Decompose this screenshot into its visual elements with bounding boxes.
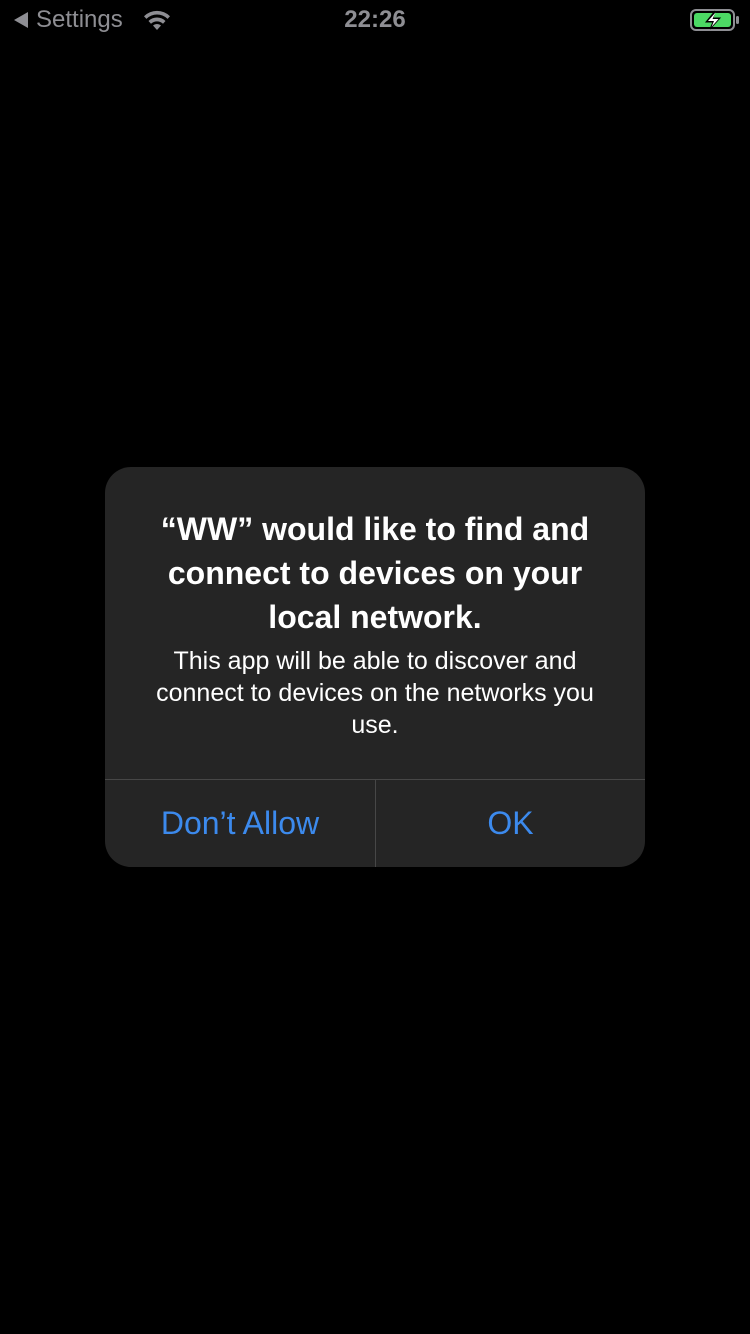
dont-allow-button[interactable]: Don’t Allow: [105, 780, 375, 867]
local-network-permission-alert: “WW” would like to find and connect to d…: [105, 467, 645, 867]
battery-charging-icon: [690, 9, 739, 31]
alert-body: “WW” would like to find and connect to d…: [105, 467, 645, 779]
status-time: 22:26: [344, 6, 406, 33]
alert-title: “WW” would like to find and connect to d…: [160, 511, 590, 635]
status-bar: Settings 22:26: [0, 0, 750, 40]
ok-button[interactable]: OK: [376, 780, 645, 867]
alert-message: This app will be able to discover and co…: [156, 647, 594, 739]
